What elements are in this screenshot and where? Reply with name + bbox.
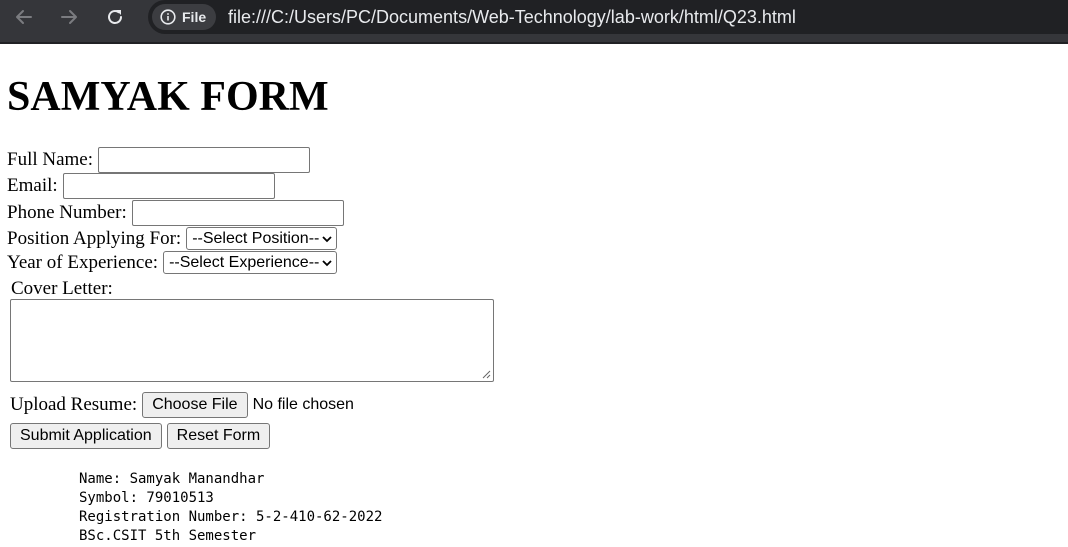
url-text[interactable]: file:///C:/Users/PC/Documents/Web-Techno…: [228, 7, 796, 28]
full-name-row: Full Name:: [7, 147, 311, 173]
phone-row: Phone Number:: [7, 200, 344, 226]
reload-button[interactable]: [101, 6, 129, 28]
file-status-text: No file chosen: [252, 396, 354, 413]
experience-select[interactable]: --Select Experience--: [163, 251, 338, 274]
cover-letter-textarea[interactable]: [10, 299, 494, 382]
reload-icon: [108, 10, 122, 24]
resize-handle-icon[interactable]: [482, 370, 491, 379]
file-chip-label: File: [182, 9, 207, 25]
phone-label: Phone Number:: [7, 202, 127, 223]
cover-letter-label: Cover Letter:: [11, 278, 113, 299]
email-row: Email:: [7, 173, 275, 199]
info-line-program: BSc.CSIT 5th Semester: [79, 528, 257, 544]
submit-button[interactable]: Submit Application: [10, 423, 162, 449]
info-line-registration: Registration Number: 5-2-410-62-2022: [79, 509, 383, 525]
full-name-label: Full Name:: [7, 149, 94, 170]
resume-row: Upload Resume: Choose File No file chose…: [10, 392, 354, 418]
page-title: SAMYAK FORM: [7, 74, 329, 120]
site-info-chip[interactable]: File: [152, 4, 217, 30]
address-bar[interactable]: File file:///C:/Users/PC/Documents/Web-T…: [148, 0, 1068, 34]
experience-row: Year of Experience: --Select Experience-…: [7, 251, 338, 274]
email-input[interactable]: [62, 173, 275, 199]
info-line-name: Name: Samyak Manandhar: [79, 471, 265, 487]
form-actions: Submit Application Reset Form: [10, 423, 271, 449]
forward-button[interactable]: [55, 6, 83, 28]
position-row: Position Applying For: --Select Position…: [7, 227, 338, 250]
position-select[interactable]: --Select Position--: [186, 227, 338, 250]
chevron-down-icon: [322, 259, 332, 266]
experience-label: Year of Experience:: [7, 251, 159, 273]
browser-toolbar: File file:///C:/Users/PC/Documents/Web-T…: [0, 0, 1068, 44]
resume-label: Upload Resume:: [10, 394, 138, 415]
chevron-down-icon: [322, 235, 332, 242]
info-line-symbol: Symbol: 79010513: [79, 490, 214, 506]
choose-file-button[interactable]: Choose File: [142, 392, 248, 418]
position-label: Position Applying For:: [7, 227, 182, 249]
cover-letter-row: Cover Letter:: [11, 278, 118, 300]
info-icon: [160, 9, 176, 25]
email-label: Email:: [7, 175, 58, 196]
reset-button[interactable]: Reset Form: [166, 423, 271, 449]
full-name-input[interactable]: [98, 147, 311, 173]
back-button[interactable]: [10, 6, 38, 28]
position-select-value: --Select Position--: [192, 229, 320, 247]
student-info: Name: Samyak Manandhar Symbol: 79010513 Re…: [79, 470, 382, 546]
experience-select-value: --Select Experience--: [169, 253, 320, 271]
arrow-left-icon: [16, 10, 32, 24]
phone-input[interactable]: [131, 200, 344, 226]
arrow-right-icon: [61, 10, 77, 24]
